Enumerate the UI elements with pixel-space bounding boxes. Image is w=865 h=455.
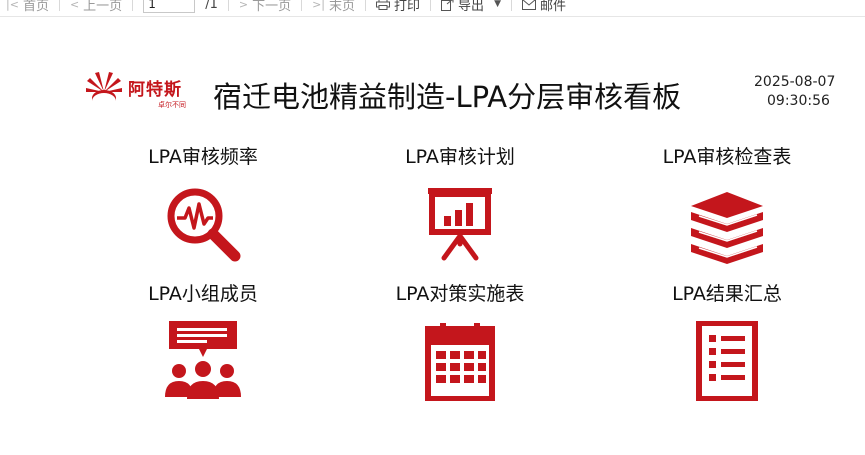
email-label: 邮件 xyxy=(539,0,566,14)
next-page-label: 下一页 xyxy=(252,0,292,14)
export-label: 导出 xyxy=(458,0,485,14)
toolbar-divider xyxy=(510,0,512,11)
brand-name: 阿特斯 xyxy=(128,80,182,100)
prev-page-icon: < xyxy=(69,0,80,11)
mail-icon xyxy=(521,0,536,10)
first-page-icon: |< xyxy=(6,0,19,11)
export-dropdown[interactable]: 导出 ▼ xyxy=(441,0,501,14)
page-title: 宿迁电池精益制造-LPA分层审核看板 xyxy=(213,80,682,114)
last-page-button[interactable]: >| 末页 xyxy=(312,0,355,14)
first-page-button[interactable]: |< 首页 xyxy=(6,0,49,14)
chevron-down-icon: ▼ xyxy=(494,0,501,9)
current-time: 09:30:56 xyxy=(767,93,830,109)
tile-label: LPA对策实施表 xyxy=(395,283,525,305)
magnifier-pulse-icon xyxy=(167,188,241,262)
page-number-input[interactable] xyxy=(143,0,196,13)
prev-page-label: 上一页 xyxy=(83,0,123,14)
prev-page-button[interactable]: < 上一页 xyxy=(70,0,122,14)
presentation-chart-icon xyxy=(428,188,492,261)
email-button[interactable]: 邮件 xyxy=(521,0,566,14)
calendar-icon xyxy=(425,323,495,401)
page-total-label: /1 xyxy=(205,0,218,12)
next-page-icon: > xyxy=(238,0,249,11)
printer-icon xyxy=(376,0,391,10)
last-page-icon: >| xyxy=(312,0,326,11)
tile-label: LPA审核计划 xyxy=(405,146,515,168)
next-page-button[interactable]: > 下一页 xyxy=(239,0,291,14)
tile-countermeasure-table[interactable]: LPA对策实施表 xyxy=(360,279,560,401)
first-page-label: 首页 xyxy=(22,0,49,14)
book-stack-icon xyxy=(691,192,763,264)
toolbar-divider xyxy=(430,0,432,11)
tile-audit-plan[interactable]: LPA审核计划 xyxy=(360,142,560,264)
tile-label: LPA审核检查表 xyxy=(662,146,792,168)
print-label: 打印 xyxy=(394,0,421,14)
tile-team-members[interactable]: LPA小组成员 xyxy=(103,279,303,401)
tile-label: LPA结果汇总 xyxy=(672,283,782,305)
toolbar-divider xyxy=(301,0,303,11)
tile-audit-frequency[interactable]: LPA审核频率 xyxy=(103,142,303,264)
tile-label: LPA审核频率 xyxy=(148,146,258,168)
tile-label: LPA小组成员 xyxy=(148,283,258,305)
checklist-icon xyxy=(696,321,758,401)
print-button[interactable]: 打印 xyxy=(376,0,420,14)
toolbar-divider xyxy=(132,0,134,11)
toolbar-divider xyxy=(365,0,367,11)
toolbar-divider xyxy=(58,0,60,11)
tile-results-summary[interactable]: LPA结果汇总 xyxy=(627,279,827,401)
brand-slogan: 卓尔不同 xyxy=(158,101,186,109)
toolbar-divider xyxy=(227,0,229,11)
last-page-label: 末页 xyxy=(329,0,356,14)
report-toolbar: |< 首页 < 上一页 /1 > 下一页 >| 末页 打印 导出 ▼ xyxy=(0,0,865,17)
export-icon xyxy=(441,0,454,11)
team-meeting-icon xyxy=(165,321,241,399)
current-date: 2025-08-07 xyxy=(754,74,836,90)
tile-audit-checklist[interactable]: LPA审核检查表 xyxy=(627,142,827,264)
